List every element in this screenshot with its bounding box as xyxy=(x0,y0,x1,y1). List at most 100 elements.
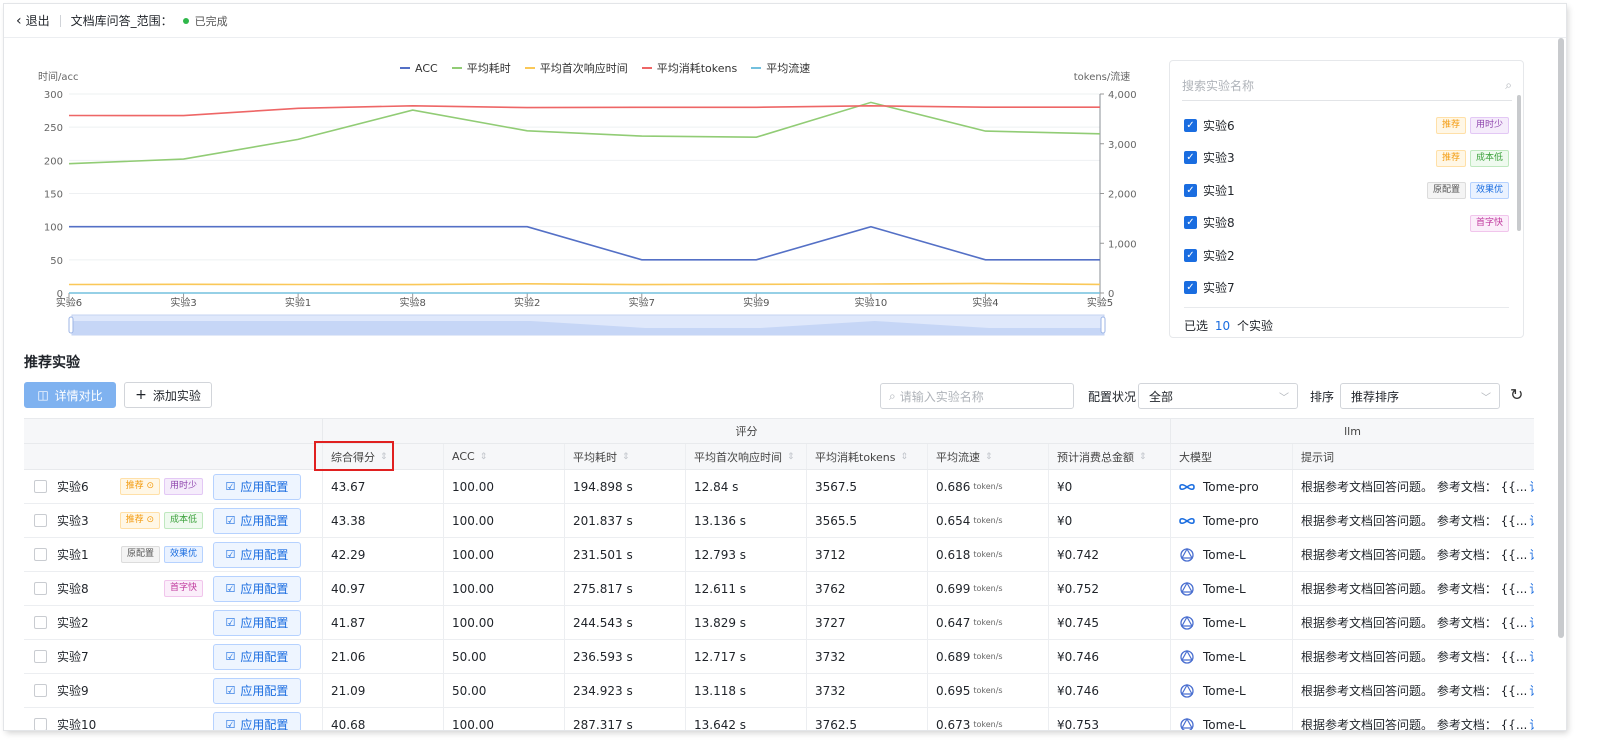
table-row[interactable]: 实验8 首字快 ☑ 应用配置 40.97 100.00 275.817 s 12.611 s 3… xyxy=(24,572,1534,606)
table-row[interactable]: 实验2 ☑ 应用配置 41.87 100.00 244.543 s 13.829 s 3727… xyxy=(24,606,1534,640)
plus-icon: + xyxy=(135,387,147,403)
experiment-list-item[interactable]: ✓ 实验1 原配置 效果优 xyxy=(1184,174,1509,207)
table-row[interactable]: 实验9 ☑ 应用配置 21.09 50.00 234.923 s 13.118 s 3732 0… xyxy=(24,674,1534,708)
zoom-handle-left xyxy=(68,316,74,334)
apply-config-button[interactable]: ☑ 应用配置 xyxy=(213,507,301,534)
detail-link[interactable]: 详情 xyxy=(1529,682,1534,699)
back-button[interactable]: ‹ 退出 xyxy=(16,12,50,29)
config-select[interactable]: 全部 ﹀ xyxy=(1138,383,1298,409)
y-left-label: 时间/acc xyxy=(38,70,79,83)
tag-badge: 用时少 xyxy=(163,478,203,495)
sort-icon[interactable]: ⇕ xyxy=(985,452,993,462)
y-left-tick: 300 xyxy=(44,90,63,101)
detail-link[interactable]: 详情 xyxy=(1529,546,1534,563)
experiment-search-input[interactable]: 搜索实验名称 ⌕ xyxy=(1182,71,1512,101)
series-line xyxy=(68,282,1101,286)
compare-icon: ◫ xyxy=(37,388,49,402)
column-header[interactable]: 平均首次响应时间 ⇕ xyxy=(685,444,806,469)
sort-icon[interactable]: ⇕ xyxy=(901,452,909,462)
row-checkbox[interactable] xyxy=(34,480,47,493)
column-header[interactable]: 预计消费总金额 ⇕ xyxy=(1048,444,1170,469)
apply-config-button[interactable]: ☑ 应用配置 xyxy=(213,609,301,636)
sort-value: 推荐排序 xyxy=(1351,389,1400,404)
experiment-list-item[interactable]: ✓ 实验8 首字快 xyxy=(1184,207,1509,240)
experiment-list-item[interactable]: ✓ 实验3 推荐 成本低 xyxy=(1184,142,1509,175)
checkbox-checked-icon[interactable]: ✓ xyxy=(1184,216,1197,230)
sort-icon[interactable]: ⇕ xyxy=(787,452,795,462)
y-left-tick: 100 xyxy=(44,223,63,234)
column-header[interactable]: 平均流速 ⇕ xyxy=(927,444,1048,469)
experiment-list-item[interactable]: ✓ 实验2 xyxy=(1184,239,1509,272)
cell-time: 236.593 s xyxy=(564,640,685,673)
prompt-text: 根据参考文档回答问题。 参考文档： {{... xyxy=(1301,582,1528,596)
table-row[interactable]: 实验10 ☑ 应用配置 40.68 100.00 287.317 s 13.642 s 376… xyxy=(24,708,1534,730)
column-header[interactable]: 综合得分 ⇕ xyxy=(322,444,443,469)
column-header[interactable]: ACC ⇕ xyxy=(443,444,564,469)
experiment-name: 实验9 xyxy=(57,684,89,698)
checkbox-checked-icon[interactable]: ✓ xyxy=(1184,183,1197,197)
apply-config-button[interactable]: ☑ 应用配置 xyxy=(213,677,301,704)
row-checkbox[interactable] xyxy=(34,718,47,730)
table-row[interactable]: 实验6 推荐 ⊙ 用时少 ☑ 应用配置 43.67 100.00 194.898 s 12.84… xyxy=(24,470,1534,504)
tag-badge: 推荐 xyxy=(1435,117,1466,134)
cost-value: ¥0 xyxy=(1057,513,1073,528)
speed-value: 0.654 xyxy=(936,513,971,528)
cell-tokens: 3727 xyxy=(806,606,927,639)
sort-icon[interactable]: ⇕ xyxy=(1139,452,1147,462)
experiment-name: 实验10 xyxy=(57,718,97,730)
y-right-tick: 4,000 xyxy=(1108,90,1137,101)
detail-link[interactable]: 详情 xyxy=(1529,512,1534,529)
experiment-name-search[interactable]: ⌕ 请输入实验名称 xyxy=(880,383,1074,409)
infinity-icon xyxy=(1179,479,1195,495)
column-header-label: 平均流速 xyxy=(936,450,980,464)
checkbox-checked-icon[interactable]: ✓ xyxy=(1184,248,1197,262)
tag-group: 原配置 效果优 xyxy=(1426,182,1509,199)
detail-link[interactable]: 详情 xyxy=(1529,716,1534,730)
model-logo-icon xyxy=(1179,547,1195,563)
checkbox-checked-icon[interactable]: ✓ xyxy=(1184,118,1197,132)
cell-first: 13.829 s xyxy=(685,606,806,639)
x-tick-label: 实验4 xyxy=(972,296,998,309)
detail-link[interactable]: 详情 xyxy=(1529,614,1534,631)
experiment-list-item[interactable]: ✓ 实验7 xyxy=(1184,272,1509,305)
check-square-icon: ☑ xyxy=(225,616,236,629)
row-checkbox[interactable] xyxy=(34,650,47,663)
sort-icon[interactable]: ⇕ xyxy=(380,452,388,462)
row-checkbox[interactable] xyxy=(34,684,47,697)
apply-config-label: 应用配置 xyxy=(240,582,289,596)
chart-svg: 时间/acc tokens/流速05010015020025030001,0002… xyxy=(38,70,1137,336)
row-checkbox[interactable] xyxy=(34,616,47,629)
refresh-icon[interactable]: ↻ xyxy=(1510,385,1523,404)
table-row[interactable]: 实验3 推荐 ⊙ 成本低 ☑ 应用配置 43.38 100.00 201.837 s 13.13… xyxy=(24,504,1534,538)
compare-button[interactable]: ◫ 详情对比 xyxy=(24,382,116,408)
panel-scrollbar[interactable] xyxy=(1517,95,1521,231)
column-header[interactable]: 平均耗时 ⇕ xyxy=(564,444,685,469)
row-checkbox[interactable] xyxy=(34,548,47,561)
apply-config-button[interactable]: ☑ 应用配置 xyxy=(213,643,301,670)
check-square-icon: ☑ xyxy=(225,514,236,527)
sort-icon[interactable]: ⇕ xyxy=(622,452,630,462)
sort-icon[interactable]: ⇕ xyxy=(480,452,488,462)
cost-value: ¥0.745 xyxy=(1057,615,1099,630)
detail-link[interactable]: 详情 xyxy=(1529,648,1534,665)
row-checkbox[interactable] xyxy=(34,514,47,527)
apply-config-button[interactable]: ☑ 应用配置 xyxy=(213,575,301,602)
table-row[interactable]: 实验1 原配置 效果优 ☑ 应用配置 42.29 100.00 231.501 s 12.793… xyxy=(24,538,1534,572)
add-experiment-button[interactable]: + 添加实验 xyxy=(124,382,212,408)
experiment-name: 实验1 xyxy=(1203,183,1235,198)
sort-select[interactable]: 推荐排序 ﹀ xyxy=(1340,383,1500,409)
cell-cost: ¥0 xyxy=(1048,470,1170,503)
sort-label: 排序 xyxy=(1310,390,1335,404)
apply-config-button[interactable]: ☑ 应用配置 xyxy=(213,541,301,568)
apply-config-button[interactable]: ☑ 应用配置 xyxy=(213,473,301,500)
detail-link[interactable]: 详情 xyxy=(1529,580,1534,597)
apply-config-button[interactable]: ☑ 应用配置 xyxy=(213,711,301,730)
page-scrollbar[interactable] xyxy=(1558,38,1564,638)
experiment-list-item[interactable]: ✓ 实验6 推荐 用时少 xyxy=(1184,109,1509,142)
column-header[interactable]: 平均消耗tokens ⇕ xyxy=(806,444,927,469)
table-row[interactable]: 实验7 ☑ 应用配置 21.06 50.00 236.593 s 12.717 s 3732 0… xyxy=(24,640,1534,674)
checkbox-checked-icon[interactable]: ✓ xyxy=(1184,281,1197,295)
checkbox-checked-icon[interactable]: ✓ xyxy=(1184,151,1197,165)
detail-link[interactable]: 详情 xyxy=(1529,478,1534,495)
row-checkbox[interactable] xyxy=(34,582,47,595)
